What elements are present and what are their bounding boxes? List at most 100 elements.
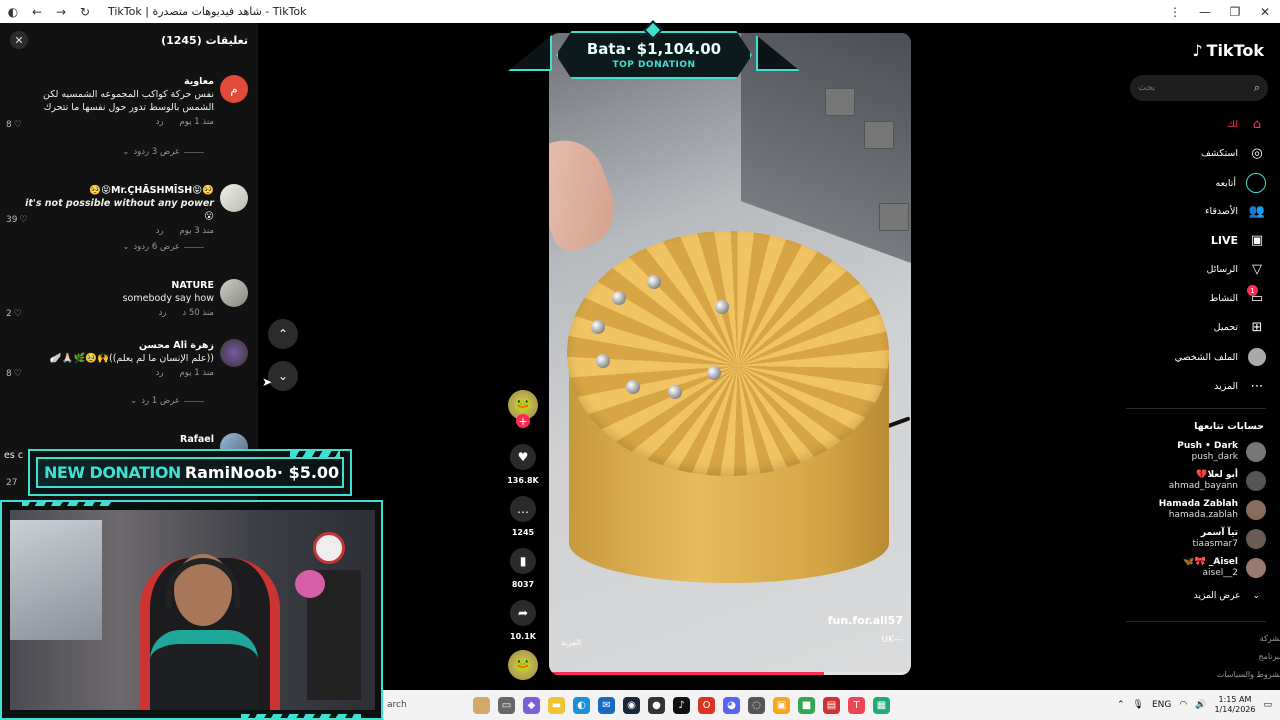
menu-icon[interactable]: ⋮: [1160, 5, 1190, 19]
video-player[interactable]: fun.for.all57 UK— عرض الترجمة المزيد: [549, 33, 911, 675]
app-green-icon[interactable]: ■: [798, 696, 815, 714]
chevron-down-icon: ⌄: [130, 396, 138, 406]
search-input[interactable]: ⌕ بحث: [1130, 75, 1268, 101]
reply-link[interactable]: رد: [156, 117, 164, 127]
tray-chevron-icon[interactable]: ⌃: [1117, 700, 1125, 710]
volume-icon[interactable]: 🔊: [1195, 700, 1206, 710]
reply-link[interactable]: رد: [156, 226, 164, 236]
folder-icon[interactable]: ▬: [548, 696, 565, 714]
outlook-icon[interactable]: ✉: [598, 696, 615, 714]
forward-icon[interactable]: →: [54, 5, 68, 19]
edge-icon[interactable]: ◐: [573, 696, 590, 714]
browser-titlebar: ◐ ← → ↻ TikTok | شاهد فيديوهات متصدرة - …: [0, 0, 1280, 23]
steam-icon[interactable]: ◉: [623, 696, 640, 714]
clock[interactable]: 1:15 AM 1/14/2026: [1214, 695, 1255, 715]
language-indicator[interactable]: ENG: [1152, 700, 1171, 710]
save-button[interactable]: ▮ 8037: [504, 548, 542, 589]
obs-icon[interactable]: ◌: [748, 696, 765, 714]
nav-more[interactable]: ⋯ المزيد: [1126, 377, 1266, 395]
avatar[interactable]: [220, 339, 248, 367]
avatar[interactable]: م: [220, 75, 248, 103]
taskbar-search[interactable]: arch: [383, 700, 463, 710]
tiktok-logo[interactable]: ♪ TikTok: [1192, 41, 1264, 60]
discord-icon[interactable]: ◕: [723, 696, 740, 714]
creator-avatar[interactable]: 🐸 +: [504, 390, 542, 428]
share-button[interactable]: ➦ 10.1K: [504, 600, 542, 641]
app-cube-icon[interactable]: ▣: [773, 696, 790, 714]
footer-link-program[interactable]: البرنامج: [1258, 652, 1280, 661]
avatar[interactable]: [220, 279, 248, 307]
nav-friends[interactable]: 👥 الأصدقاء: [1126, 202, 1266, 220]
like-comment-button[interactable]: 27: [6, 478, 17, 488]
reload-icon[interactable]: ↻: [78, 5, 92, 19]
minimize-icon[interactable]: —: [1190, 5, 1220, 19]
following-item[interactable]: أبو لعلا💔 ahmad_bayann: [1122, 470, 1266, 492]
restore-icon[interactable]: ❐: [1220, 5, 1250, 19]
heart-icon: ♡: [13, 369, 22, 379]
comment-username[interactable]: NATURE: [14, 279, 214, 292]
comment-username[interactable]: معاوية: [14, 75, 214, 88]
video-author[interactable]: fun.for.all57: [828, 614, 903, 627]
like-comment-button[interactable]: 8 ♡: [6, 120, 22, 130]
poster: [10, 520, 102, 640]
more-link[interactable]: المزيد: [561, 638, 581, 647]
comment-username[interactable]: Rafael: [14, 433, 214, 446]
app-setup-icon[interactable]: ▦: [873, 696, 890, 714]
back-icon[interactable]: ←: [30, 5, 44, 19]
see-more-button[interactable]: ⌄ عرض المزيد: [1194, 591, 1266, 601]
comment-item: زهرة Ali محسن ((علم الإنسان ما لم يعلم))…: [6, 339, 248, 409]
video-progress[interactable]: [549, 672, 911, 675]
close-comments-icon[interactable]: ✕: [10, 31, 28, 49]
following-title: حسابات تتابعها: [1194, 421, 1264, 432]
close-window-icon[interactable]: ✕: [1250, 5, 1280, 19]
previous-video-button[interactable]: ⌃: [268, 319, 298, 349]
nav-profile[interactable]: الملف الشخصي: [1126, 348, 1266, 366]
app-ak-icon[interactable]: ●: [648, 696, 665, 714]
nav-for-you[interactable]: ⌂ لك: [1126, 115, 1266, 133]
following-item[interactable]: Hamada Zablah hamada.zablah: [1122, 499, 1266, 521]
follow-plus-icon[interactable]: +: [516, 414, 530, 428]
like-comment-button[interactable]: 39 ♡: [6, 215, 28, 225]
tiktok-app-icon[interactable]: ♪: [673, 696, 690, 714]
like-button[interactable]: ♥ 136.8K: [504, 444, 542, 485]
translate-link[interactable]: عرض الترجمة: [850, 653, 903, 663]
microphone-icon[interactable]: 🎙: [1133, 700, 1144, 710]
chevron-down-icon: ⌄: [122, 242, 130, 252]
view-replies-button[interactable]: عرض 1 رد ⌄: [130, 396, 204, 406]
comment-icon: …: [510, 496, 536, 522]
avatar[interactable]: [220, 184, 248, 212]
avatar: [1246, 529, 1266, 549]
notification-icon[interactable]: ▭: [1263, 700, 1272, 710]
comment-username[interactable]: 🥺😝Mr.ÇHĀSHMĪSH😝🥺: [14, 184, 214, 197]
app-red-icon[interactable]: ▤: [823, 696, 840, 714]
nav-explore[interactable]: ◎ استكشف: [1126, 144, 1266, 162]
like-comment-button[interactable]: 2 ♡: [6, 309, 22, 319]
like-comment-button[interactable]: 8 ♡: [6, 369, 22, 379]
nav-live[interactable]: ▣ LIVE: [1126, 231, 1266, 249]
widget-icon[interactable]: [473, 696, 490, 714]
comment-username[interactable]: زهرة Ali محسن: [14, 339, 214, 352]
app-tf-icon[interactable]: T: [848, 696, 865, 714]
nav-messages[interactable]: ▽ الرسائل: [1126, 260, 1266, 278]
following-item[interactable]: Push • Dark push_dark: [1122, 441, 1266, 463]
view-replies-button[interactable]: عرض 6 ردود ⌄: [122, 242, 204, 252]
search-icon[interactable]: ⌕: [1254, 81, 1260, 95]
nav-upload[interactable]: ⊞ تحميل: [1126, 318, 1266, 336]
like-count: 136.8K: [507, 476, 539, 485]
following-item[interactable]: Aisel_ 🎀🦋 aisel__2: [1122, 557, 1266, 579]
comment-button[interactable]: … 1245: [504, 496, 542, 537]
footer-link-terms[interactable]: الشروط والسياسات: [1217, 670, 1280, 679]
view-replies-button[interactable]: عرض 3 ردود ⌄: [122, 147, 204, 157]
footer-link-company[interactable]: الشركة: [1260, 634, 1280, 643]
following-item[interactable]: تيآ آسمر tiaasmar7: [1122, 528, 1266, 550]
reply-link[interactable]: رد: [156, 368, 164, 378]
reply-link[interactable]: رد: [158, 308, 166, 318]
task-view-icon[interactable]: ▭: [498, 696, 515, 714]
copilot-icon[interactable]: ◆: [523, 696, 540, 714]
nav-activity[interactable]: ▭ 1 النشاط: [1126, 285, 1266, 307]
music-disc[interactable]: 🐸: [504, 650, 542, 680]
opera-icon[interactable]: O: [698, 696, 715, 714]
nav-following[interactable]: أتابعه: [1126, 173, 1266, 193]
next-video-button[interactable]: ⌄: [268, 361, 298, 391]
wifi-icon[interactable]: ◠: [1179, 700, 1187, 710]
